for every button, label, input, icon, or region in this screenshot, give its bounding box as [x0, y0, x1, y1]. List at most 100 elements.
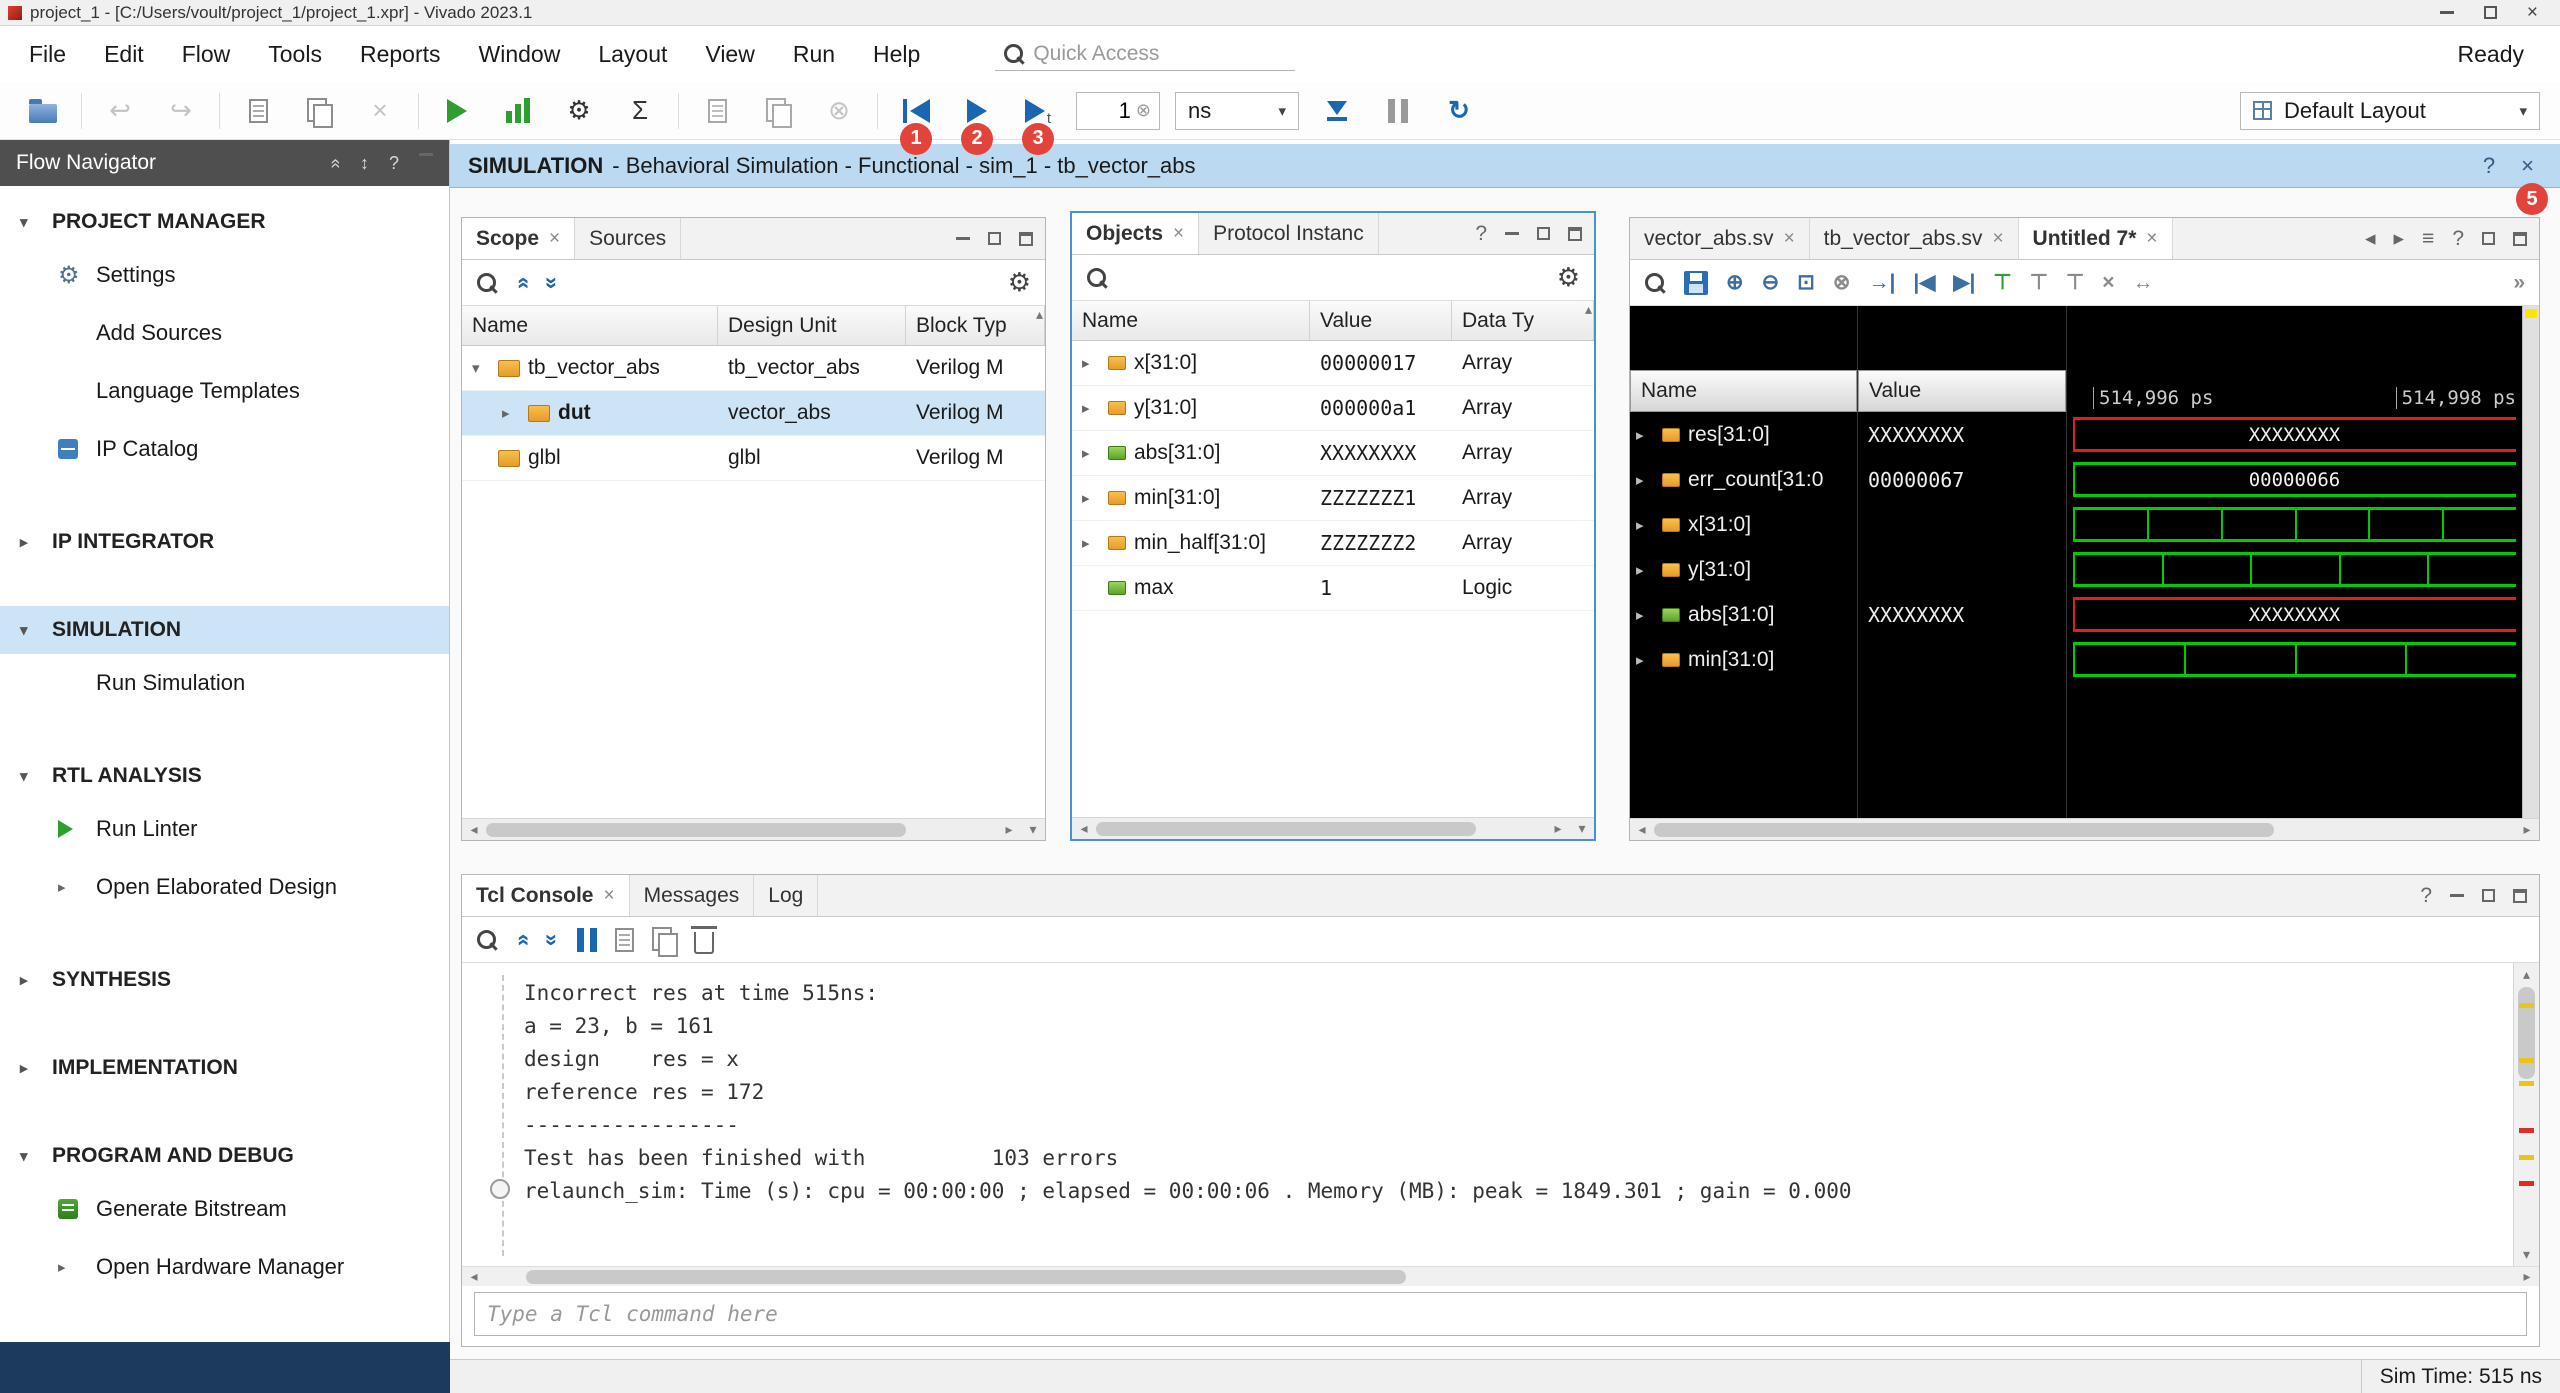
expand-all-icon[interactable]: » [539, 276, 565, 288]
column-header[interactable]: Block Typ [916, 314, 1007, 338]
help-icon[interactable]: ? [389, 153, 399, 174]
sidebar-item-run-linter[interactable]: Run Linter [0, 800, 449, 858]
tab-log[interactable]: Log [754, 875, 818, 916]
minimize-icon[interactable] [956, 237, 970, 240]
chevron-right-icon[interactable]: ▸ [1082, 534, 1100, 552]
run-all-button[interactable]: 2 [954, 89, 1000, 133]
object-row-abs[interactable]: ▸ abs[31:0] XXXXXXXX Array [1072, 431, 1594, 476]
save-button[interactable] [235, 89, 281, 133]
sidebar-item-add-sources[interactable]: Add Sources [0, 304, 449, 362]
close-button[interactable]: × [2527, 2, 2538, 24]
sidebar-section-ip-integrator[interactable]: ▸ IP INTEGRATOR [0, 518, 449, 566]
copy-all-icon[interactable] [652, 927, 676, 953]
restart-simulation-button[interactable]: 1 [893, 89, 939, 133]
search-icon[interactable] [476, 272, 498, 294]
scrollbar-thumb[interactable] [526, 1270, 1406, 1284]
scroll-left-icon[interactable]: ◂ [462, 821, 486, 838]
float-icon[interactable] [2482, 232, 2495, 245]
collapse-all-icon[interactable]: » [509, 276, 535, 288]
close-icon[interactable]: × [549, 228, 560, 250]
wave-signal-min[interactable]: ▸ min[31:0] [1630, 637, 1857, 682]
go-to-time-end-icon[interactable]: →| [1868, 271, 1895, 295]
close-icon[interactable]: × [2146, 228, 2157, 250]
menu-tools[interactable]: Tools [249, 26, 341, 82]
minimize-icon[interactable] [1505, 232, 1519, 235]
quick-access-input[interactable] [1033, 42, 1287, 66]
scroll-down-icon[interactable]: ▾ [2514, 1246, 2539, 1263]
chevron-right-icon[interactable]: ▸ [1636, 426, 1654, 444]
copy-text-icon[interactable] [615, 928, 634, 952]
menu-run[interactable]: Run [774, 26, 854, 82]
updown-icon[interactable]: ↕ [360, 153, 369, 174]
chevron-right-icon[interactable]: ▸ [1636, 606, 1654, 624]
column-header[interactable]: Data Ty [1462, 309, 1534, 333]
float-icon[interactable] [2482, 889, 2495, 902]
chevron-right-icon[interactable]: ▸ [1636, 561, 1654, 579]
save-waveform-icon[interactable] [1684, 271, 1708, 295]
undo-button[interactable]: ↩ [97, 89, 143, 133]
zoom-fit-icon[interactable]: ⊡ [1797, 270, 1815, 295]
copy-button[interactable] [296, 89, 342, 133]
sidebar-item-ip-catalog[interactable]: IP Catalog [0, 420, 449, 478]
tab-tb-vector-abs-sv[interactable]: tb_vector_abs.sv × [1810, 218, 2019, 259]
object-row-min-half[interactable]: ▸ min_half[31:0] ZZZZZZZ2 Array [1072, 521, 1594, 566]
scroll-right-icon[interactable]: ▸ [997, 821, 1021, 838]
report-sum-button[interactable]: Σ [617, 89, 663, 133]
chevron-right-icon[interactable]: ▸ [1082, 354, 1100, 372]
column-header[interactable]: Name [1082, 309, 1138, 333]
minimize-icon[interactable] [2450, 894, 2464, 897]
close-icon[interactable]: × [603, 885, 614, 907]
scroll-left-icon[interactable]: ◂ [1072, 820, 1096, 837]
scroll-down-icon[interactable]: ▾ [1570, 820, 1594, 837]
help-icon[interactable]: ? [1475, 222, 1487, 246]
horizontal-scrollbar[interactable]: ◂ ▸ [1630, 818, 2539, 840]
sidebar-section-synthesis[interactable]: ▸ SYNTHESIS [0, 956, 449, 1004]
scope-row-dut[interactable]: ▸ dut vector_abs Verilog M [462, 391, 1045, 436]
collapse-all-icon[interactable]: » [324, 158, 345, 168]
waveform-viewer[interactable]: Name ▸ res[31:0] ▸ err_count[31:0 [1630, 306, 2539, 818]
previous-marker-icon[interactable]: ⊤ [2030, 270, 2048, 295]
step-button[interactable] [1314, 89, 1360, 133]
next-marker-icon[interactable]: ⊤ [2066, 270, 2084, 295]
layout-select[interactable]: Default Layout ▾ [2240, 92, 2540, 130]
column-header[interactable]: Name [472, 314, 528, 338]
swap-cursor-icon[interactable]: ↔ [2133, 271, 2154, 295]
chevron-down-icon[interactable]: ▾ [472, 359, 490, 377]
tab-objects[interactable]: Objects × [1072, 213, 1199, 254]
tcl-command-field[interactable] [474, 1292, 2527, 1336]
sidebar-item-open-elaborated-design[interactable]: ▸ Open Elaborated Design [0, 858, 449, 916]
menu-window[interactable]: Window [460, 26, 580, 82]
tab-sources[interactable]: Sources [575, 218, 681, 259]
close-icon[interactable]: × [1992, 228, 2003, 250]
wave-plot-area[interactable]: 514,996 ps 514,998 ps XXXXXXXX 00000066 [2066, 306, 2522, 818]
sidebar-item-open-hardware-manager[interactable]: ▸ Open Hardware Manager [0, 1238, 449, 1296]
maximize-icon[interactable] [1019, 232, 1033, 246]
close-icon[interactable]: × [1173, 223, 1184, 245]
scroll-up-icon[interactable]: ▴ [1585, 301, 1592, 318]
scrollbar-thumb[interactable] [1096, 822, 1476, 836]
object-row-min[interactable]: ▸ min[31:0] ZZZZZZZ1 Array [1072, 476, 1594, 521]
delete-button[interactable]: × [357, 89, 403, 133]
disabled-tool-1[interactable] [694, 89, 740, 133]
tab-tcl-console[interactable]: Tcl Console × [462, 875, 630, 916]
wave-value-header[interactable]: Value [1858, 370, 2066, 412]
sidebar-item-generate-bitstream[interactable]: Generate Bitstream [0, 1180, 449, 1238]
tab-messages[interactable]: Messages [630, 875, 755, 916]
scrollbar-thumb[interactable] [1654, 823, 2274, 837]
help-icon[interactable]: ? [2452, 227, 2464, 251]
menu-help[interactable]: Help [854, 26, 939, 82]
prompt-toggle-icon[interactable] [490, 1179, 510, 1199]
maximize-button[interactable] [2484, 6, 2497, 19]
column-header[interactable]: Design Unit [728, 314, 837, 338]
close-icon[interactable]: × [2521, 153, 2534, 179]
disabled-tool-2[interactable] [755, 89, 801, 133]
float-icon[interactable] [1537, 227, 1550, 240]
gear-icon[interactable]: ⚙ [1557, 262, 1580, 293]
menu-layout[interactable]: Layout [579, 26, 686, 82]
maximize-icon[interactable] [1568, 227, 1582, 241]
sidebar-section-project-manager[interactable]: ▾ PROJECT MANAGER [0, 198, 449, 246]
chevron-right-icon[interactable]: ▸ [1636, 651, 1654, 669]
gear-icon[interactable]: ⚙ [1008, 267, 1031, 298]
open-project-button[interactable] [20, 89, 66, 133]
chevron-right-icon[interactable]: ▸ [1636, 516, 1654, 534]
